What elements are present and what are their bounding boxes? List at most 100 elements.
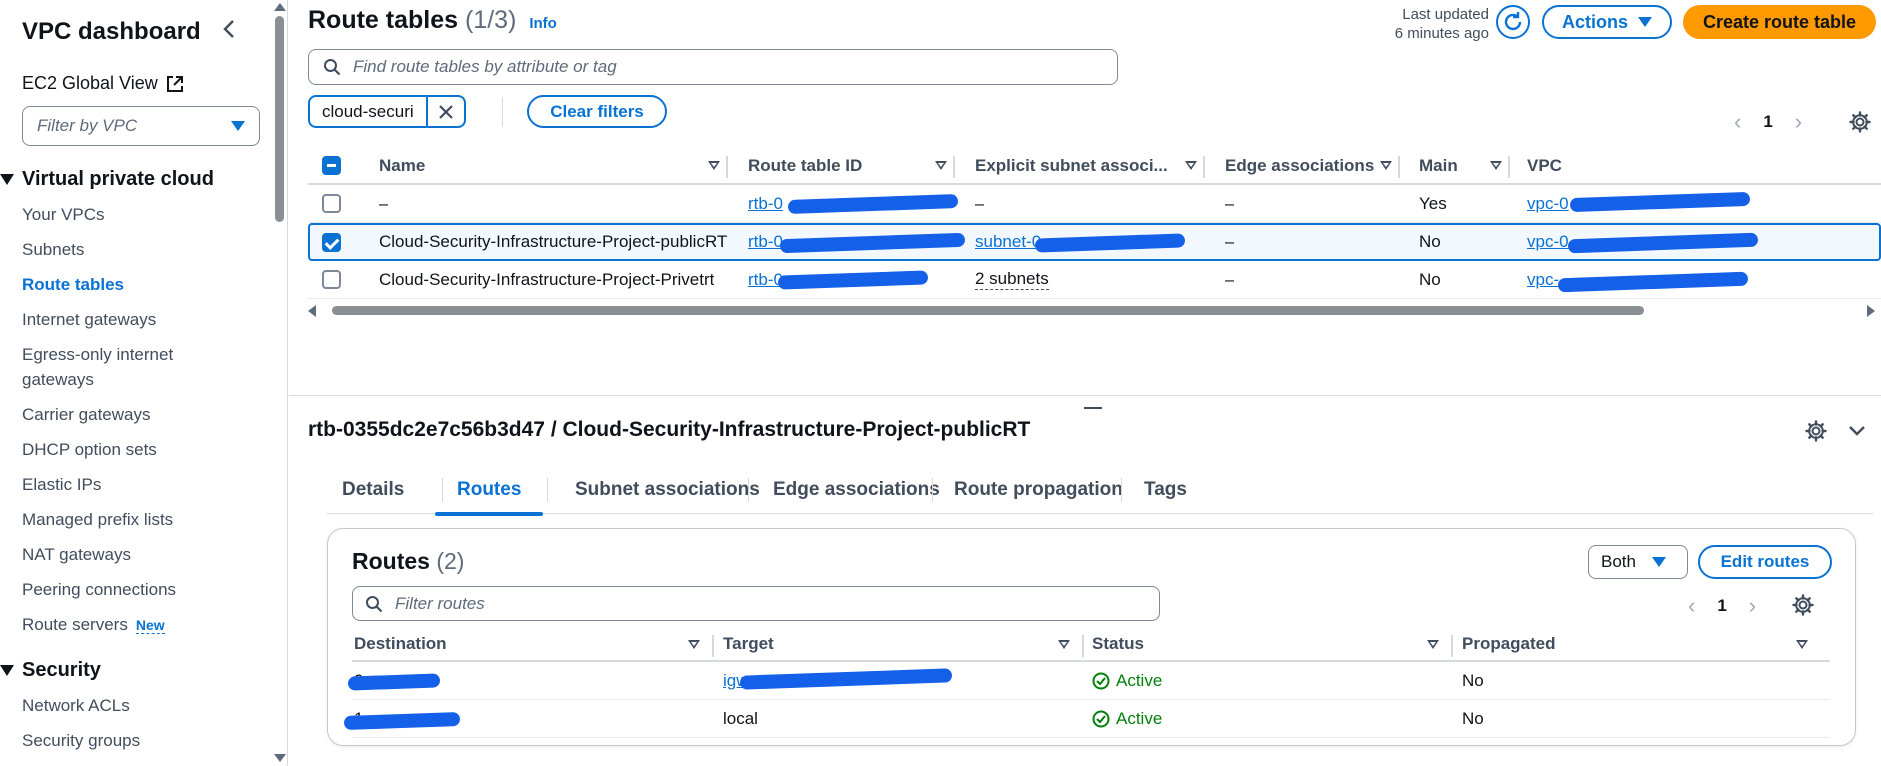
scroll-down-icon[interactable] [274, 754, 286, 762]
gear-icon [1849, 111, 1871, 133]
sidebar-item-your-vpcs[interactable]: Your VPCs [22, 202, 105, 227]
redaction-mark [1569, 191, 1751, 213]
route-filter-select[interactable]: Both [1588, 545, 1688, 579]
section-security[interactable]: Security [0, 659, 101, 682]
tab-subnet-associations[interactable]: Subnet associations [575, 466, 760, 514]
sort-icon[interactable] [1185, 161, 1197, 170]
edit-routes-button[interactable]: Edit routes [1698, 545, 1832, 579]
current-page[interactable]: 1 [1763, 112, 1772, 132]
sidebar-item-peering-connections[interactable]: Peering connections [22, 577, 176, 602]
tab-edge-associations[interactable]: Edge associations [773, 466, 940, 514]
scroll-up-icon[interactable] [274, 3, 286, 11]
tab-route-propagation[interactable]: Route propagation [954, 466, 1123, 514]
column-header-name[interactable]: Name [379, 148, 425, 183]
sidebar-scrollbar[interactable] [272, 0, 288, 766]
sidebar-item-elastic-ips[interactable]: Elastic IPs [22, 472, 101, 497]
row-checkbox[interactable] [322, 270, 341, 289]
sort-icon[interactable] [1380, 161, 1392, 170]
column-header-status[interactable]: Status [1092, 627, 1144, 660]
create-route-table-button[interactable]: Create route table [1683, 5, 1876, 39]
sort-icon[interactable] [1490, 161, 1502, 170]
tab-details[interactable]: Details [342, 466, 404, 514]
row-checkbox[interactable] [322, 194, 341, 213]
split-panel-resize-handle[interactable] [1084, 407, 1102, 409]
section-virtual-private-cloud[interactable]: Virtual private cloud [0, 168, 214, 191]
column-header-propagated[interactable]: Propagated [1462, 627, 1556, 660]
sort-icon[interactable] [1796, 640, 1808, 649]
tab-routes[interactable]: Routes [435, 466, 544, 516]
sort-icon[interactable] [935, 161, 947, 170]
clear-filters-button[interactable]: Clear filters [527, 95, 667, 128]
redaction-mark [787, 194, 959, 214]
column-header-main[interactable]: Main [1419, 148, 1458, 183]
sort-icon[interactable] [1427, 640, 1439, 649]
chevron-down-icon [1849, 426, 1865, 436]
scroll-right-icon[interactable] [1867, 305, 1875, 317]
row-checkbox-checked[interactable] [322, 232, 341, 252]
scroll-left-icon[interactable] [308, 305, 316, 317]
route-table-search-input[interactable]: Find route tables by attribute or tag [308, 49, 1118, 85]
select-all-checkbox[interactable] [322, 156, 341, 175]
refresh-button[interactable] [1496, 5, 1530, 39]
route-table-id-link[interactable]: rtb-0 [748, 232, 783, 252]
vpc-id-link[interactable]: vpc-0 [1527, 232, 1569, 252]
tab-tags[interactable]: Tags [1144, 466, 1187, 514]
sidebar-title: VPC dashboard [22, 18, 201, 45]
routes-search-input[interactable]: Filter routes [352, 586, 1160, 621]
split-panel-settings-button[interactable] [1805, 420, 1827, 447]
gear-icon [1805, 420, 1827, 442]
scrollbar-thumb[interactable] [275, 16, 284, 222]
caret-down-icon [0, 174, 14, 185]
collapse-panel-button[interactable] [1847, 420, 1867, 445]
sort-icon[interactable] [688, 640, 700, 649]
subnets-popover-trigger[interactable]: 2 subnets [975, 269, 1049, 290]
collapse-sidebar-icon[interactable] [222, 18, 242, 42]
sort-icon[interactable] [708, 161, 720, 170]
sidebar-item-route-servers[interactable]: Route servers New [22, 612, 165, 638]
status-active: Active [1092, 671, 1162, 691]
table-settings-button[interactable] [1849, 111, 1871, 138]
ec2-global-view-link[interactable]: EC2 Global View [22, 73, 184, 94]
sort-icon[interactable] [1058, 640, 1070, 649]
next-page-icon[interactable]: › [1749, 593, 1756, 619]
scrollbar-thumb[interactable] [332, 306, 1644, 315]
info-link[interactable]: Info [529, 15, 557, 32]
column-header-explicit-subnet[interactable]: Explicit subnet associ... [975, 148, 1175, 183]
caret-down-icon [1651, 557, 1666, 567]
sidebar-item-security-groups[interactable]: Security groups [22, 728, 140, 753]
sidebar-item-network-acls[interactable]: Network ACLs [22, 693, 130, 718]
actions-button[interactable]: Actions [1542, 5, 1672, 39]
sidebar-item-managed-prefix-lists[interactable]: Managed prefix lists [22, 507, 173, 532]
vpc-id-link[interactable]: vpc-0 [1527, 194, 1569, 214]
table-row-selected[interactable]: Cloud-Security-Infrastructure-Project-pu… [308, 223, 1881, 261]
sidebar-item-carrier-gateways[interactable]: Carrier gateways [22, 402, 151, 427]
sidebar-item-nat-gateways[interactable]: NAT gateways [22, 542, 131, 567]
caret-down-icon [231, 121, 245, 131]
sidebar-item-egress-only-internet-gateways[interactable]: Egress-only internet gateways [22, 342, 222, 392]
sidebar-item-dhcp-option-sets[interactable]: DHCP option sets [22, 437, 157, 462]
table-horizontal-scrollbar[interactable] [308, 304, 1881, 318]
column-header-destination[interactable]: Destination [354, 627, 447, 660]
table-row[interactable]: Cloud-Security-Infrastructure-Project-Pr… [308, 261, 1881, 299]
column-header-vpc[interactable]: VPC [1527, 148, 1562, 183]
sidebar-item-internet-gateways[interactable]: Internet gateways [22, 307, 156, 332]
next-page-icon[interactable]: › [1795, 109, 1802, 135]
sidebar-item-label: Route servers [22, 615, 128, 634]
current-page[interactable]: 1 [1717, 596, 1726, 616]
filter-by-vpc-select[interactable]: Filter by VPC [22, 106, 260, 146]
subnet-link[interactable]: subnet-0 [975, 232, 1041, 252]
cell-main: No [1419, 269, 1441, 289]
column-header-target[interactable]: Target [723, 627, 774, 660]
filter-by-vpc-placeholder: Filter by VPC [37, 116, 138, 135]
route-table-id-link[interactable]: rtb-0 [748, 194, 783, 214]
routes-settings-button[interactable] [1792, 594, 1814, 621]
table-row[interactable]: – rtb-0 – – Yes vpc-0 [308, 185, 1881, 223]
sidebar-item-route-tables[interactable]: Route tables [22, 272, 124, 297]
column-header-edge-associations[interactable]: Edge associations [1225, 148, 1374, 183]
sidebar-item-subnets[interactable]: Subnets [22, 237, 84, 262]
column-header-route-table-id[interactable]: Route table ID [748, 148, 862, 183]
previous-page-icon[interactable]: ‹ [1688, 593, 1695, 619]
previous-page-icon[interactable]: ‹ [1734, 109, 1741, 135]
vpc-id-link[interactable]: vpc- [1527, 270, 1559, 290]
remove-filter-button[interactable] [428, 97, 464, 126]
